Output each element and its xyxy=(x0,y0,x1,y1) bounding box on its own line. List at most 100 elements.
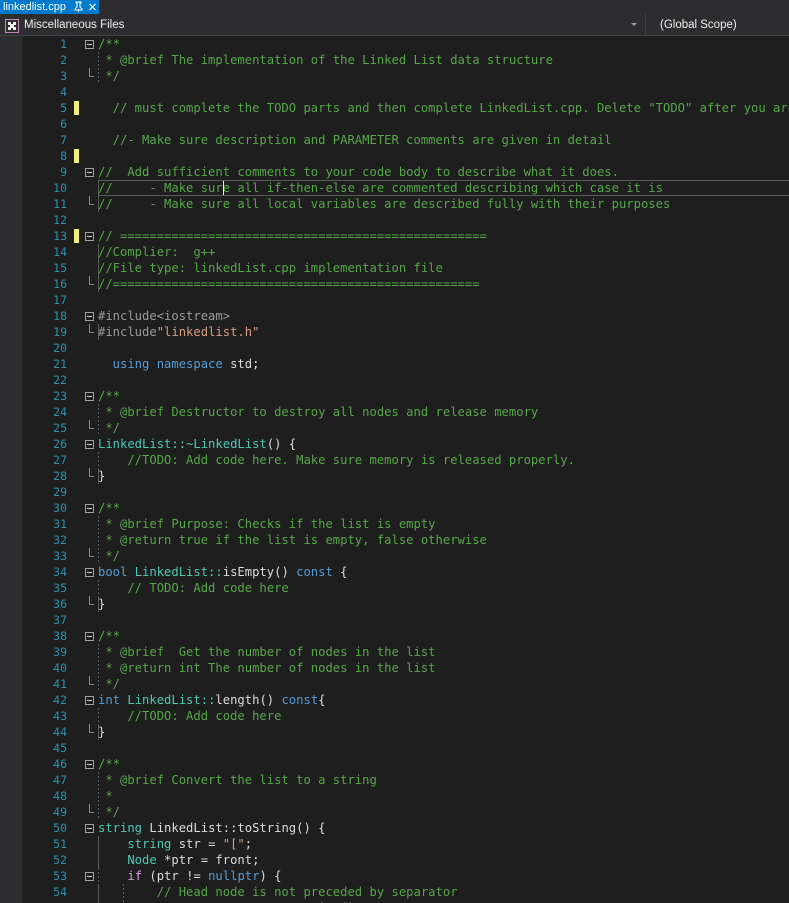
code-line[interactable]: 50 string LinkedList::toString() { xyxy=(22,820,789,836)
code-token: * @brief The implementation of the Linke… xyxy=(98,53,553,67)
code-text: */ xyxy=(98,420,120,436)
code-line[interactable]: 24 * @brief Destructor to destroy all no… xyxy=(22,404,789,420)
code-line[interactable]: 9 // Add sufficient comments to your code… xyxy=(22,164,789,180)
fold-toggle-icon[interactable] xyxy=(85,440,94,449)
code-line[interactable]: 49 */ xyxy=(22,804,789,820)
code-line[interactable]: 12 xyxy=(22,212,789,228)
line-number: 45 xyxy=(53,741,67,755)
code-line[interactable]: 45 xyxy=(22,740,789,756)
line-number: 19 xyxy=(53,325,67,339)
code-line[interactable]: 3 */ xyxy=(22,68,789,84)
scope-dropdown[interactable]: (Global Scope) xyxy=(646,14,789,36)
code-line[interactable]: 30 /** xyxy=(22,500,789,516)
code-line[interactable]: 16 //====================================… xyxy=(22,276,789,292)
code-line[interactable]: 34 bool LinkedList::isEmpty() const { xyxy=(22,564,789,580)
code-line[interactable]: 27 //TODO: Add code here. Make sure memo… xyxy=(22,452,789,468)
project-label: Miscellaneous Files xyxy=(24,18,125,31)
code-line[interactable]: 22 xyxy=(22,372,789,388)
code-token: // TODO: Add code here xyxy=(98,581,289,595)
close-icon[interactable] xyxy=(86,0,99,14)
code-line[interactable]: 20 xyxy=(22,340,789,356)
fold-toggle-icon[interactable] xyxy=(85,392,94,401)
code-line[interactable]: 32 * @return true if the list is empty, … xyxy=(22,532,789,548)
text-caret xyxy=(222,181,224,195)
code-line[interactable]: 1 /** xyxy=(22,36,789,52)
code-line[interactable]: 44} xyxy=(22,724,789,740)
fold-toggle-icon[interactable] xyxy=(85,872,94,881)
code-line[interactable]: 46 /** xyxy=(22,756,789,772)
code-line[interactable]: 18 #include<iostream> xyxy=(22,308,789,324)
code-line[interactable]: 52 Node *ptr = front; xyxy=(22,852,789,868)
pin-icon[interactable] xyxy=(72,0,85,14)
code-line[interactable]: 37 xyxy=(22,612,789,628)
fold-toggle-icon[interactable] xyxy=(85,568,94,577)
code-line[interactable]: 8 xyxy=(22,148,789,164)
code-line[interactable]: 39 * @brief Get the number of nodes in t… xyxy=(22,644,789,660)
code-line[interactable]: 23 /** xyxy=(22,388,789,404)
line-number: 43 xyxy=(53,709,67,723)
code-line[interactable]: 5 // must complete the TODO parts and th… xyxy=(22,100,789,116)
code-line[interactable]: 53 if (ptr != nullptr) { xyxy=(22,868,789,884)
code-token: const xyxy=(296,565,333,579)
code-line[interactable]: 47 * @brief Convert the list to a string xyxy=(22,772,789,788)
code-line[interactable]: 6 xyxy=(22,116,789,132)
line-number: 39 xyxy=(53,645,67,659)
code-line[interactable]: 35 // TODO: Add code here xyxy=(22,580,789,596)
code-line[interactable]: 15 //File type: linkedList.cpp implementa… xyxy=(22,260,789,276)
code-line[interactable]: 41 */ xyxy=(22,676,789,692)
fold-toggle-icon[interactable] xyxy=(85,504,94,513)
code-line[interactable]: 51 string str = "["; xyxy=(22,836,789,852)
line-number: 14 xyxy=(53,245,67,259)
code-token: * @brief Purpose: Checks if the list is … xyxy=(98,517,436,531)
line-number: 17 xyxy=(53,293,67,307)
code-line[interactable]: 43 //TODO: Add code here xyxy=(22,708,789,724)
code-line[interactable]: 31 * @brief Purpose: Checks if the list … xyxy=(22,516,789,532)
code-token: //TODO: Add code here. Make sure memory … xyxy=(98,453,575,467)
code-line[interactable]: 14 //Complier: g++ xyxy=(22,244,789,260)
code-text: //TODO: Add code here xyxy=(98,708,281,724)
code-line[interactable]: 33 */ xyxy=(22,548,789,564)
fold-toggle-icon[interactable] xyxy=(85,696,94,705)
code-line[interactable]: 48 * xyxy=(22,788,789,804)
code-line[interactable]: 28} xyxy=(22,468,789,484)
code-token: // must complete the TODO parts and then… xyxy=(98,101,789,115)
code-surface[interactable]: 1/** 2 * @brief The implementation of the… xyxy=(22,36,789,903)
code-line[interactable]: 25 */ xyxy=(22,420,789,436)
chevron-down-icon[interactable] xyxy=(631,22,637,26)
code-token: //- Make sure description and PARAMETER … xyxy=(98,133,612,147)
tab-linkedlist-cpp[interactable]: linkedlist.cpp xyxy=(0,0,99,14)
fold-toggle-icon[interactable] xyxy=(85,632,94,641)
code-line[interactable]: 19 #include"linkedlist.h" xyxy=(22,324,789,340)
code-line[interactable]: 54 // Head node is not preceded by separ… xyxy=(22,884,789,900)
code-line[interactable]: 17 xyxy=(22,292,789,308)
code-token: using namespace xyxy=(98,357,231,371)
code-line[interactable]: 29 xyxy=(22,484,789,500)
code-token: (ptr != xyxy=(142,869,209,883)
indicator-margin[interactable] xyxy=(0,36,23,903)
code-token: // Head node is not preceded by separato… xyxy=(98,885,458,899)
project-dropdown[interactable]: Miscellaneous Files xyxy=(0,14,645,36)
code-line[interactable]: 7 //- Make sure description and PARAMETE… xyxy=(22,132,789,148)
fold-toggle-icon[interactable] xyxy=(85,760,94,769)
fold-region-end xyxy=(89,276,94,285)
code-text: //- Make sure description and PARAMETER … xyxy=(98,132,612,148)
code-line[interactable]: 13 // ===================================… xyxy=(22,228,789,244)
code-editor[interactable]: 1/** 2 * @brief The implementation of the… xyxy=(0,36,789,903)
code-line[interactable]: 38 /** xyxy=(22,628,789,644)
fold-toggle-icon[interactable] xyxy=(85,824,94,833)
fold-toggle-icon[interactable] xyxy=(85,232,94,241)
code-line[interactable]: 11 // - Make sure all local variables are… xyxy=(22,196,789,212)
code-line[interactable]: 4 xyxy=(22,84,789,100)
fold-toggle-icon[interactable] xyxy=(85,312,94,321)
code-line[interactable]: 36} xyxy=(22,596,789,612)
code-line[interactable]: 2 * @brief The implementation of the Lin… xyxy=(22,52,789,68)
code-line[interactable]: 26 LinkedList::~LinkedList() { xyxy=(22,436,789,452)
fold-toggle-icon[interactable] xyxy=(85,168,94,177)
line-number: 1 xyxy=(60,37,67,51)
code-line[interactable]: 42 int LinkedList::length() const{ xyxy=(22,692,789,708)
code-line[interactable]: 40 * @return int The number of nodes in … xyxy=(22,660,789,676)
code-line[interactable]: 10 // - Make sure all if-then-else are co… xyxy=(22,180,789,196)
fold-toggle-icon[interactable] xyxy=(85,40,94,49)
code-line[interactable]: 21 using namespace std; xyxy=(22,356,789,372)
